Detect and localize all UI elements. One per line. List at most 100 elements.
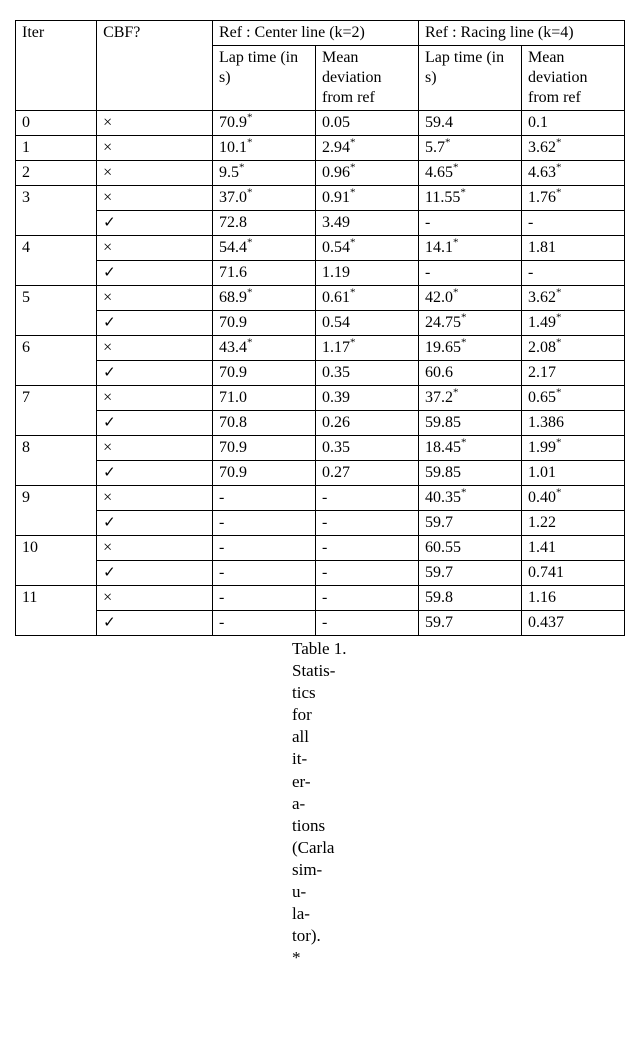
table-cell: -: [522, 211, 625, 236]
table-row: 6×43.4*1.17*19.65*2.08*: [16, 336, 625, 361]
table-row: ✓71.61.19--: [16, 261, 625, 286]
table-cell: 10.1*: [213, 136, 316, 161]
table-row: 3×37.0*0.91*11.55*1.76*: [16, 186, 625, 211]
table-row: 1×10.1*2.94*5.7*3.62*: [16, 136, 625, 161]
table-cell: 0.39: [316, 386, 419, 411]
table-cell: 37.0*: [213, 186, 316, 211]
table-row: 2×9.5*0.96*4.65*4.63*: [16, 161, 625, 186]
table-row: 4×54.4*0.54*14.1*1.81: [16, 236, 625, 261]
table-cell: -: [316, 611, 419, 636]
table-cell: 59.85: [419, 461, 522, 486]
table-cell: 3.62*: [522, 286, 625, 311]
table-cell: 0.05: [316, 111, 419, 136]
cell-iter: 10: [16, 536, 97, 586]
table-cell: 60.6: [419, 361, 522, 386]
table-cell: 72.8: [213, 211, 316, 236]
table-row: ✓70.80.2659.851.386: [16, 411, 625, 436]
cell-iter: 8: [16, 436, 97, 486]
table-row: ✓--59.70.741: [16, 561, 625, 586]
cell-iter: 5: [16, 286, 97, 336]
cell-cbf: ×: [97, 486, 213, 511]
table-cell: -: [419, 261, 522, 286]
table-row: 10×--60.551.41: [16, 536, 625, 561]
table-cell: 1.76*: [522, 186, 625, 211]
table-cell: 4.63*: [522, 161, 625, 186]
table-row: 0×70.9*0.0559.40.1: [16, 111, 625, 136]
table-cell: 59.8: [419, 586, 522, 611]
table-row: ✓70.90.3560.62.17: [16, 361, 625, 386]
table-cell: 1.01: [522, 461, 625, 486]
table-cell: 0.54: [316, 311, 419, 336]
caption-label: Table 1.: [292, 639, 347, 658]
cell-iter: 7: [16, 386, 97, 436]
table-cell: -: [213, 536, 316, 561]
table-cell: 1.22: [522, 511, 625, 536]
table-cell: 0.40*: [522, 486, 625, 511]
cell-iter: 11: [16, 586, 97, 636]
cell-iter: 6: [16, 336, 97, 386]
cell-cbf: ✓: [97, 261, 213, 286]
table-cell: 0.35: [316, 436, 419, 461]
cell-cbf: ×: [97, 286, 213, 311]
table-row: 9×--40.35*0.40*: [16, 486, 625, 511]
table-cell: 71.6: [213, 261, 316, 286]
table-cell: -: [213, 486, 316, 511]
caption-footnote: *: [292, 948, 301, 967]
table-cell: -: [316, 511, 419, 536]
table-row: ✓--59.70.437: [16, 611, 625, 636]
table-cell: 0.26: [316, 411, 419, 436]
table-cell: 14.1*: [419, 236, 522, 261]
table-cell: 3.62*: [522, 136, 625, 161]
table-cell: 70.9: [213, 311, 316, 336]
table-row: 7×71.00.3937.2*0.65*: [16, 386, 625, 411]
cell-cbf: ×: [97, 136, 213, 161]
table-cell: 1.81: [522, 236, 625, 261]
table-cell: 11.55*: [419, 186, 522, 211]
col-header-ref-center: Ref : Center line (k=2): [213, 21, 419, 46]
table-cell: 2.17: [522, 361, 625, 386]
table-body: Iter CBF? Ref : Center line (k=2) Ref : …: [16, 21, 625, 636]
table-cell: 2.94*: [316, 136, 419, 161]
table-cell: 1.386: [522, 411, 625, 436]
table-cell: 70.8: [213, 411, 316, 436]
table-cell: 71.0: [213, 386, 316, 411]
table-cell: -: [213, 561, 316, 586]
cell-cbf: ×: [97, 186, 213, 211]
cell-cbf: ✓: [97, 411, 213, 436]
table-cell: 60.55: [419, 536, 522, 561]
cell-cbf: ✓: [97, 611, 213, 636]
table-cell: -: [316, 561, 419, 586]
table-cell: 70.9*: [213, 111, 316, 136]
table-header-row-1: Iter CBF? Ref : Center line (k=2) Ref : …: [16, 21, 625, 46]
table-cell: 1.16: [522, 586, 625, 611]
table-cell: 42.0*: [419, 286, 522, 311]
table-cell: 0.437: [522, 611, 625, 636]
table-cell: 1.17*: [316, 336, 419, 361]
cell-iter: 1: [16, 136, 97, 161]
col-header-center-lap: Lap time (in s): [213, 46, 316, 111]
cell-iter: 4: [16, 236, 97, 286]
cell-iter: 9: [16, 486, 97, 536]
table-cell: 1.49*: [522, 311, 625, 336]
table-row: ✓70.90.2759.851.01: [16, 461, 625, 486]
cell-cbf: ×: [97, 436, 213, 461]
table-cell: 2.08*: [522, 336, 625, 361]
table-cell: 70.9: [213, 461, 316, 486]
cell-cbf: ✓: [97, 361, 213, 386]
table-cell: 24.75*: [419, 311, 522, 336]
cell-cbf: ✓: [97, 511, 213, 536]
cell-cbf: ×: [97, 536, 213, 561]
col-header-iter: Iter: [16, 21, 97, 111]
cell-cbf: ×: [97, 386, 213, 411]
table-cell: -: [419, 211, 522, 236]
cell-cbf: ×: [97, 586, 213, 611]
table-cell: -: [213, 611, 316, 636]
table-cell: -: [213, 586, 316, 611]
cell-cbf: ×: [97, 236, 213, 261]
col-header-racing-lap: Lap time (in s): [419, 46, 522, 111]
table-row: ✓--59.71.22: [16, 511, 625, 536]
cell-cbf: ✓: [97, 211, 213, 236]
table-cell: -: [522, 261, 625, 286]
table-row: ✓72.83.49--: [16, 211, 625, 236]
table-cell: 70.9: [213, 436, 316, 461]
